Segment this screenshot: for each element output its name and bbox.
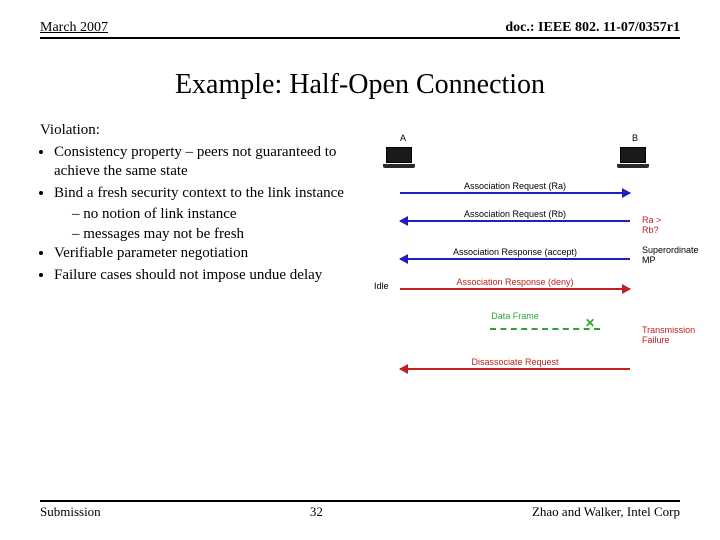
violation-bullet-4: Failure cases should not impose undue de…: [54, 266, 360, 286]
arrow-right-icon: [400, 192, 630, 194]
violation-bullet-3: Verifiable parameter negotiation: [54, 244, 360, 264]
laptop-b-icon: [616, 147, 650, 169]
node-b-label: B: [632, 133, 638, 143]
failure-x-icon: ✕: [585, 316, 595, 330]
msg-assoc-resp-accept: Association Response (accept): [400, 247, 630, 257]
violation-bullet-2: Bind a fresh security context to the lin…: [54, 184, 360, 204]
arrow-left-icon: [400, 220, 630, 222]
note-tx-failure: Transmission Failure: [642, 325, 695, 345]
footer-right: Zhao and Walker, Intel Corp: [532, 504, 680, 520]
violation-sub-1: – no notion of link instance: [40, 205, 360, 225]
arrow-right-icon: [400, 288, 630, 290]
dashed-arrow-icon: [490, 328, 600, 330]
violation-block: Violation: Consistency property – peers …: [40, 121, 360, 287]
violation-sub-2: – messages may not be fresh: [40, 225, 360, 245]
msg-assoc-req-rb: Association Request (Rb): [400, 209, 630, 219]
header-date: March 2007: [40, 20, 108, 36]
idle-label: Idle: [374, 281, 389, 291]
violation-heading: Violation:: [40, 121, 360, 141]
note-ra-rb: Ra > Rb?: [642, 215, 680, 235]
header-doc-ref: doc.: IEEE 802. 11-07/0357r1: [505, 20, 680, 36]
msg-data-frame: Data Frame: [400, 311, 630, 321]
footer-left: Submission: [40, 504, 101, 520]
sequence-diagram: A B Association Request (Ra) Association…: [360, 121, 680, 421]
arrow-left-icon: [400, 368, 630, 370]
node-a-label: A: [400, 133, 406, 143]
laptop-a-icon: [382, 147, 416, 169]
violation-bullet-1: Consistency property – peers not guarant…: [54, 143, 360, 182]
slide-title: Example: Half-Open Connection: [40, 69, 680, 101]
msg-assoc-req-ra: Association Request (Ra): [400, 181, 630, 191]
msg-disassociate: Disassociate Request: [400, 357, 630, 367]
footer-page-number: 32: [310, 504, 323, 520]
msg-assoc-resp-deny: Association Response (deny): [400, 277, 630, 287]
note-superordinate: Superordinate MP: [642, 245, 699, 265]
arrow-left-icon: [400, 258, 630, 260]
